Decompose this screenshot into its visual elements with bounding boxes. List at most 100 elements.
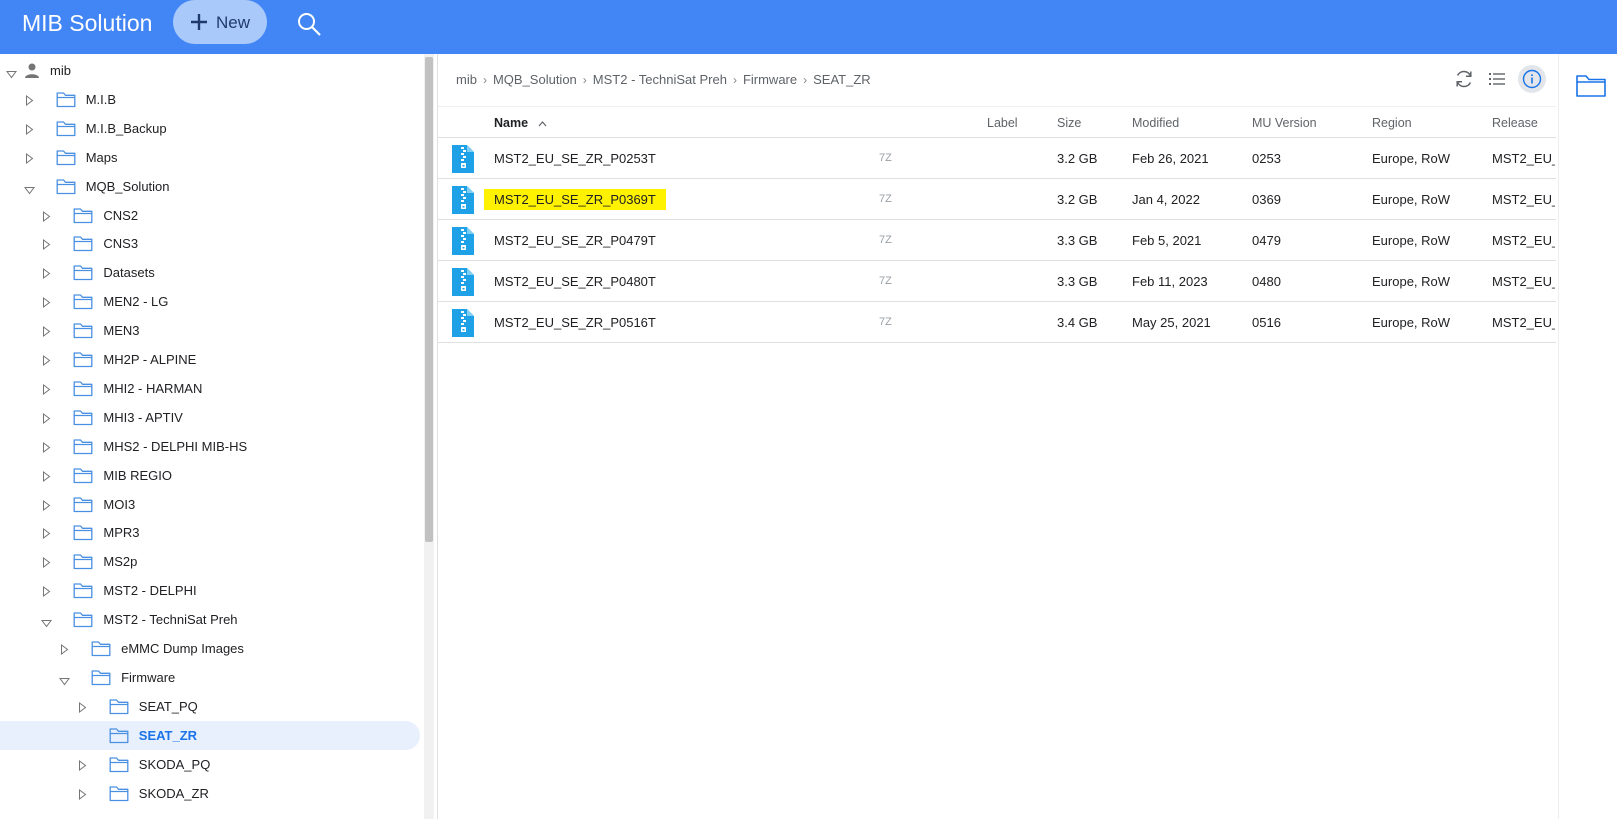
expand-arrow-icon[interactable] [42,296,51,309]
column-mu-version[interactable]: MU Version [1252,116,1317,130]
collapse-arrow-icon[interactable] [41,616,53,628]
refresh-icon[interactable] [1453,68,1475,90]
expand-arrow-icon[interactable] [78,701,87,713]
tree-item[interactable]: MPR3 [0,518,420,547]
expand-arrow-icon[interactable] [42,238,51,251]
breadcrumb-separator: › [482,73,487,87]
tree-item[interactable]: SKODA_PQ [0,750,420,779]
expand-arrow-icon[interactable] [42,325,51,338]
tree-item[interactable]: Maps [0,143,420,172]
tree-item-label: Firmware [121,669,176,685]
new-button[interactable]: New [173,0,267,44]
expand-arrow-icon[interactable] [42,499,51,511]
expand-arrow-icon[interactable] [60,643,69,655]
expand-arrow-icon[interactable] [42,354,51,366]
expand-arrow-icon[interactable] [42,412,51,424]
collapse-arrow-icon[interactable] [6,67,17,79]
tree-item[interactable]: MOI3 [0,490,420,519]
column-release[interactable]: Release [1492,116,1538,130]
tree-item[interactable]: MQB_Solution [0,172,420,201]
folder-icon [73,611,93,628]
expand-arrow-icon[interactable] [25,94,34,106]
tree-item-label: SKODA_PQ [138,756,211,772]
cell-modified: Feb 5, 2021 [1132,233,1202,248]
tree-item[interactable]: MEN3 [0,316,420,345]
tree-item[interactable]: MHI2 - HARMAN [0,374,420,403]
breadcrumb-item[interactable]: mib [456,72,477,87]
tree-item[interactable]: MST2 - DELPHI [0,576,420,605]
tree-item[interactable]: CNS3 [0,229,420,258]
column-name[interactable]: Name [494,116,528,130]
tree-item[interactable]: SKODA_ZR [0,779,420,808]
table-row[interactable]: MST2_EU_SE_ZR_P0369T 7Z 3.2 GB Jan 4, 2022 0… [438,179,1556,220]
table-row[interactable]: MST2_EU_SE_ZR_P0479T 7Z 3.3 GB Feb 5, 2021 0… [438,220,1556,261]
tree-item[interactable]: MHI3 - APTIV [0,403,420,432]
expand-arrow-icon[interactable] [42,210,51,222]
tree-item[interactable]: MHS2 - DELPHI MIB-HS [0,432,420,461]
folder-icon[interactable] [1575,72,1607,98]
tree-item[interactable]: Firmware [0,663,420,692]
file-name[interactable]: MST2_EU_SE_ZR_P0479T [494,233,656,248]
expand-arrow-icon[interactable] [78,759,87,771]
tree-item[interactable]: MIB REGIO [0,461,420,490]
breadcrumb-item[interactable]: MQB_Solution [493,72,577,87]
cell-mu-version: 0253 [1252,151,1281,166]
breadcrumb-item[interactable]: SEAT_ZR [813,72,871,87]
tree-item[interactable]: SEAT_PQ [0,692,420,721]
expand-arrow-icon[interactable] [25,152,34,164]
file-name[interactable]: MST2_EU_SE_ZR_P0516T [494,315,656,330]
table-row[interactable]: MST2_EU_SE_ZR_P0480T 7Z 3.3 GB Feb 11, 2023… [438,261,1556,302]
file-name[interactable]: MST2_EU_SE_ZR_P0369T [484,189,666,210]
folder-icon [91,669,111,686]
info-icon[interactable] [1518,65,1546,93]
tree-item-label: MPR3 [103,525,140,541]
cell-mu-version: 0480 [1252,274,1281,289]
column-size[interactable]: Size [1057,116,1081,130]
cell-region: Europe, RoW [1372,274,1451,289]
tree-item[interactable]: MS2p [0,547,420,576]
folder-icon [73,264,93,281]
tree-item[interactable]: M.I.B_Backup [0,114,420,143]
tree-item[interactable]: mib [0,56,420,85]
table-row[interactable]: MST2_EU_SE_ZR_P0516T 7Z 3.4 GB May 25, 2021… [438,302,1556,343]
tree-item[interactable]: Datasets [0,258,420,287]
file-name[interactable]: MST2_EU_SE_ZR_P0480T [494,274,656,289]
tree-item[interactable]: CNS2 [0,201,420,230]
table-row[interactable]: MST2_EU_SE_ZR_P0253T 7Z 3.2 GB Feb 26, 2021… [438,138,1556,179]
expand-arrow-icon[interactable] [42,383,51,395]
breadcrumb-item[interactable]: MST2 - TechniSat Preh [593,72,727,87]
tree-item[interactable]: MEN2 - LG [0,287,420,316]
collapse-arrow-icon[interactable] [23,183,35,194]
expand-arrow-icon[interactable] [42,527,51,540]
cell-mu-version: 0369 [1252,192,1281,207]
column-modified[interactable]: Modified [1132,116,1179,130]
expand-arrow-icon[interactable] [42,441,51,453]
list-view-icon[interactable] [1486,68,1508,90]
tree-item[interactable]: eMMC Dump Images [0,634,420,663]
expand-arrow-icon[interactable] [42,267,51,280]
folder-icon [109,785,129,802]
file-extension: 7Z [879,152,892,164]
folder-icon [73,467,93,484]
cell-modified: May 25, 2021 [1132,315,1211,330]
column-label[interactable]: Label [987,116,1018,130]
expand-arrow-icon[interactable] [42,585,51,598]
expand-arrow-icon[interactable] [25,123,34,135]
tree-item-label: MST2 - DELPHI [103,583,197,599]
tree-scrollbar-thumb[interactable] [425,57,433,542]
breadcrumb-item[interactable]: Firmware [743,72,797,87]
expand-arrow-icon[interactable] [42,556,51,569]
column-region[interactable]: Region [1372,116,1412,130]
tree-item[interactable]: MH2P - ALPINE [0,345,420,374]
expand-arrow-icon[interactable] [78,788,87,800]
tree-item-label: SKODA_ZR [138,785,209,801]
collapse-arrow-icon[interactable] [59,674,71,686]
search-icon[interactable] [295,10,323,38]
right-rail [1558,54,1617,819]
tree-item[interactable]: SEAT_ZR [0,720,420,750]
folder-icon [73,351,93,368]
tree-item[interactable]: MST2 - TechniSat Preh [0,605,420,634]
tree-item[interactable]: M.I.B [0,85,420,114]
expand-arrow-icon[interactable] [42,470,51,482]
file-name[interactable]: MST2_EU_SE_ZR_P0253T [494,151,656,166]
